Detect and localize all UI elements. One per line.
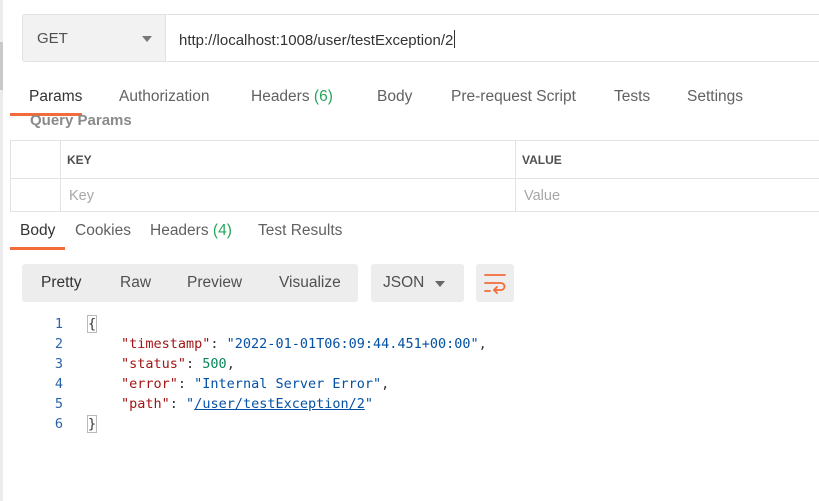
tab-authorization[interactable]: Authorization	[119, 88, 209, 106]
wrap-lines-icon	[484, 274, 506, 294]
close-brace: }	[86, 415, 98, 433]
code-line-error: "error": "Internal Server Error",	[121, 376, 390, 392]
timestamp-value: "2022-01-01T06:09:44.451+00:00"	[226, 336, 479, 352]
param-key-input[interactable]: Key	[61, 179, 515, 211]
tab-params[interactable]: Params	[29, 88, 82, 106]
open-brace: {	[86, 315, 98, 333]
value-column-header: VALUE	[522, 153, 562, 167]
response-active-tab-indicator	[10, 247, 65, 250]
path-link[interactable]: /user/testException/2	[194, 396, 365, 412]
status-key: "status"	[121, 356, 187, 372]
code-line-status: "status": 500,	[121, 356, 235, 372]
error-key: "error"	[121, 376, 178, 392]
headers-count-badge: (6)	[313, 88, 333, 105]
raw-button[interactable]: Raw	[120, 274, 151, 292]
response-headers-count-badge: (4)	[212, 222, 232, 239]
tab-pre-request-script[interactable]: Pre-request Script	[451, 88, 576, 106]
tab-settings[interactable]: Settings	[687, 88, 743, 106]
response-tab-headers-label: Headers	[150, 222, 209, 239]
url-text: http://localhost:1008/user/testException…	[179, 32, 454, 49]
response-tab-test-results[interactable]: Test Results	[258, 222, 342, 240]
line-number: 3	[54, 356, 63, 372]
pretty-button[interactable]: Pretty	[41, 274, 81, 292]
visualize-button[interactable]: Visualize	[279, 274, 341, 292]
wrap-lines-button[interactable]	[476, 264, 514, 302]
chevron-down-icon	[142, 36, 152, 42]
code-line-timestamp: "timestamp": "2022-01-01T06:09:44.451+00…	[121, 336, 487, 352]
status-value: 500	[202, 356, 227, 372]
method-label: GET	[37, 30, 68, 47]
key-column-header: KEY	[67, 153, 92, 167]
tab-body[interactable]: Body	[377, 88, 412, 106]
response-tab-cookies[interactable]: Cookies	[75, 222, 131, 240]
key-placeholder: Key	[69, 188, 94, 204]
response-tab-body[interactable]: Body	[20, 222, 55, 240]
param-value-input[interactable]: Value	[516, 179, 819, 211]
timestamp-key: "timestamp"	[121, 336, 211, 352]
url-input[interactable]: http://localhost:1008/user/testException…	[166, 14, 819, 62]
format-select[interactable]: JSON	[371, 264, 464, 302]
line-number: 2	[54, 336, 63, 352]
response-tab-headers[interactable]: Headers (4)	[150, 222, 232, 240]
window-edge-handle	[0, 42, 3, 90]
tab-tests[interactable]: Tests	[614, 88, 650, 106]
line-number: 6	[54, 416, 63, 432]
table-border-left	[10, 140, 11, 212]
line-number: 4	[54, 376, 63, 392]
table-border-bottom	[10, 211, 819, 212]
path-key: "path"	[121, 396, 170, 412]
table-border-top	[10, 140, 819, 141]
tab-headers[interactable]: Headers (6)	[251, 88, 333, 106]
tab-headers-label: Headers	[251, 88, 310, 105]
line-number: 5	[54, 396, 63, 412]
value-placeholder: Value	[524, 188, 561, 204]
line-number: 1	[54, 316, 63, 332]
chevron-down-icon	[435, 281, 445, 287]
error-value: "Internal Server Error"	[194, 376, 382, 392]
preview-button[interactable]: Preview	[187, 274, 242, 292]
code-line-path: "path": "/user/testException/2"	[121, 396, 374, 412]
format-label: JSON	[383, 274, 425, 291]
method-select[interactable]: GET	[22, 14, 166, 62]
text-cursor	[454, 30, 456, 48]
